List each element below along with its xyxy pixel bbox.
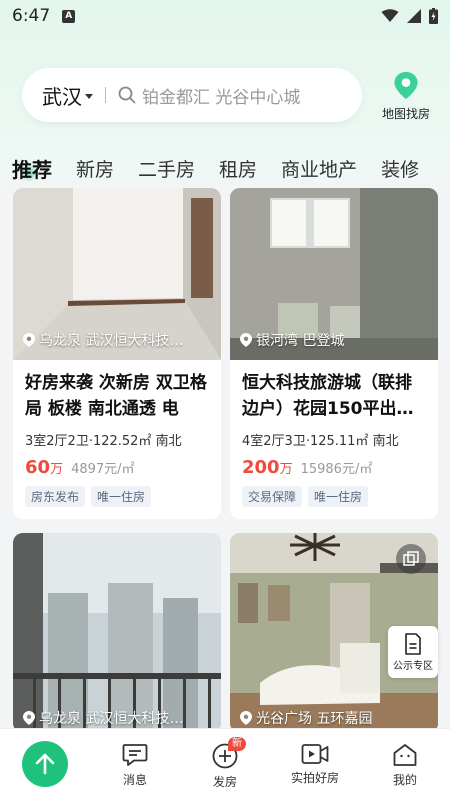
nav-post-house-label: 发房 xyxy=(212,775,237,789)
listing-location: 银河湾 巴登城 xyxy=(240,330,344,350)
location-text: 银河湾 巴登城 xyxy=(256,333,345,349)
location-text: 乌龙泉 武汉恒大科技… xyxy=(39,333,184,349)
price-unit: 万 xyxy=(50,462,64,477)
listing-tags: 交易保障 唯一住房 xyxy=(242,486,426,507)
nav-messages-label: 消息 xyxy=(122,773,147,787)
listing-card[interactable]: 乌龙泉 武汉恒大科技… 好房来袭 次新房 双卫格局 板楼 南北通透 电梯… 3室… xyxy=(13,188,221,519)
tag: 房东发布 xyxy=(25,486,86,507)
bottom-nav: 消息 新 发房 实拍好房 我的 xyxy=(0,728,450,800)
location-pin-icon xyxy=(23,333,35,347)
public-zone-button[interactable]: 公示专区 xyxy=(388,626,438,678)
tag: 交易保障 xyxy=(242,486,303,507)
listing-card[interactable]: 乌龙泉 武汉恒大科技… xyxy=(13,533,221,733)
listing-price: 200 xyxy=(242,457,280,478)
tab-commercial[interactable]: 商业地产 xyxy=(281,155,357,182)
listing-location: 乌龙泉 武汉恒大科技… xyxy=(23,708,183,728)
caret-down-icon[interactable] xyxy=(85,93,93,99)
nav-mine-label: 我的 xyxy=(392,773,417,787)
listing-spec: 3室2厅2卫·122.52㎡ 南北 xyxy=(25,434,182,449)
category-tabs: 推荐 新房 二手房 租房 商业地产 装修 xyxy=(0,150,450,186)
tab-decoration[interactable]: 装修 xyxy=(381,155,419,182)
document-icon xyxy=(405,632,421,655)
tab-recommend[interactable]: 推荐 xyxy=(12,154,52,183)
status-bar: 6:47 A xyxy=(0,0,450,32)
price-row: 200 万 15986元/㎡ xyxy=(242,457,426,478)
new-badge: 新 xyxy=(228,737,246,751)
tab-second-hand[interactable]: 二手房 xyxy=(138,155,195,182)
location-text: 乌龙泉 武汉恒大科技… xyxy=(39,711,184,727)
search-icon xyxy=(118,86,136,104)
city-selector[interactable]: 武汉 xyxy=(42,81,82,110)
divider xyxy=(105,87,106,103)
listing-photo: 银河湾 巴登城 xyxy=(230,188,438,360)
public-zone-label: 公示专区 xyxy=(393,660,433,672)
tag: 唯一住房 xyxy=(308,486,369,507)
listing-card[interactable]: 银河湾 巴登城 恒大科技旅游城（联排边户）花园150平出… 4室2厅3卫·125… xyxy=(230,188,438,519)
search-bar[interactable]: 武汉 铂金都汇 光谷中心城 xyxy=(22,68,362,122)
unit-price: 15986元/㎡ xyxy=(300,462,373,477)
notification-icon: A xyxy=(62,9,76,23)
arrow-up-icon xyxy=(35,753,55,775)
wifi-icon xyxy=(381,9,399,22)
listing-title: 恒大科技旅游城（联排边户）花园150平出… xyxy=(242,373,414,419)
home-icon xyxy=(393,744,417,766)
tab-new-house[interactable]: 新房 xyxy=(76,155,114,182)
nav-video-house-label: 实拍好房 xyxy=(290,771,339,785)
listing-spec: 4室2厅3卫·125.11㎡ 南北 xyxy=(242,434,399,449)
message-icon xyxy=(122,744,148,766)
nav-video-house[interactable]: 实拍好房 xyxy=(280,743,350,786)
location-pin-icon xyxy=(240,333,252,347)
listing-price: 60 xyxy=(25,457,51,478)
status-time: 6:47 xyxy=(12,6,51,26)
location-pin-icon xyxy=(23,711,35,725)
map-search-button[interactable]: 地图找房 xyxy=(378,72,434,122)
price-row: 60 万 4897元/㎡ xyxy=(25,457,209,478)
tag: 唯一住房 xyxy=(91,486,152,507)
gallery-toggle-button[interactable] xyxy=(396,544,426,574)
listing-location: 光谷广场 五环嘉园 xyxy=(240,708,372,728)
listing-title: 好房来袭 次新房 双卫格局 板楼 南北通透 电梯… xyxy=(25,373,207,419)
signal-icon xyxy=(407,9,421,23)
listing-photo: 乌龙泉 武汉恒大科技… xyxy=(13,533,221,733)
scroll-top-button[interactable] xyxy=(22,741,68,787)
nav-mine[interactable]: 我的 xyxy=(370,743,440,788)
nav-messages[interactable]: 消息 xyxy=(100,743,170,788)
location-pin-icon xyxy=(240,711,252,725)
nav-post-house[interactable]: 新 发房 xyxy=(190,737,260,790)
listing-tags: 房东发布 唯一住房 xyxy=(25,486,209,507)
listing-photo: 乌龙泉 武汉恒大科技… xyxy=(13,188,221,360)
map-search-label: 地图找房 xyxy=(381,107,430,121)
video-camera-icon xyxy=(301,744,329,764)
tab-rent[interactable]: 租房 xyxy=(219,155,257,182)
battery-icon xyxy=(429,8,438,24)
unit-price: 4897元/㎡ xyxy=(71,462,135,477)
search-input[interactable]: 铂金都汇 光谷中心城 xyxy=(142,83,300,108)
layers-icon xyxy=(403,551,419,566)
price-unit: 万 xyxy=(279,462,293,477)
location-text: 光谷广场 五环嘉园 xyxy=(256,711,373,727)
listing-location: 乌龙泉 武汉恒大科技… xyxy=(23,330,183,350)
map-pin-icon xyxy=(394,72,418,99)
